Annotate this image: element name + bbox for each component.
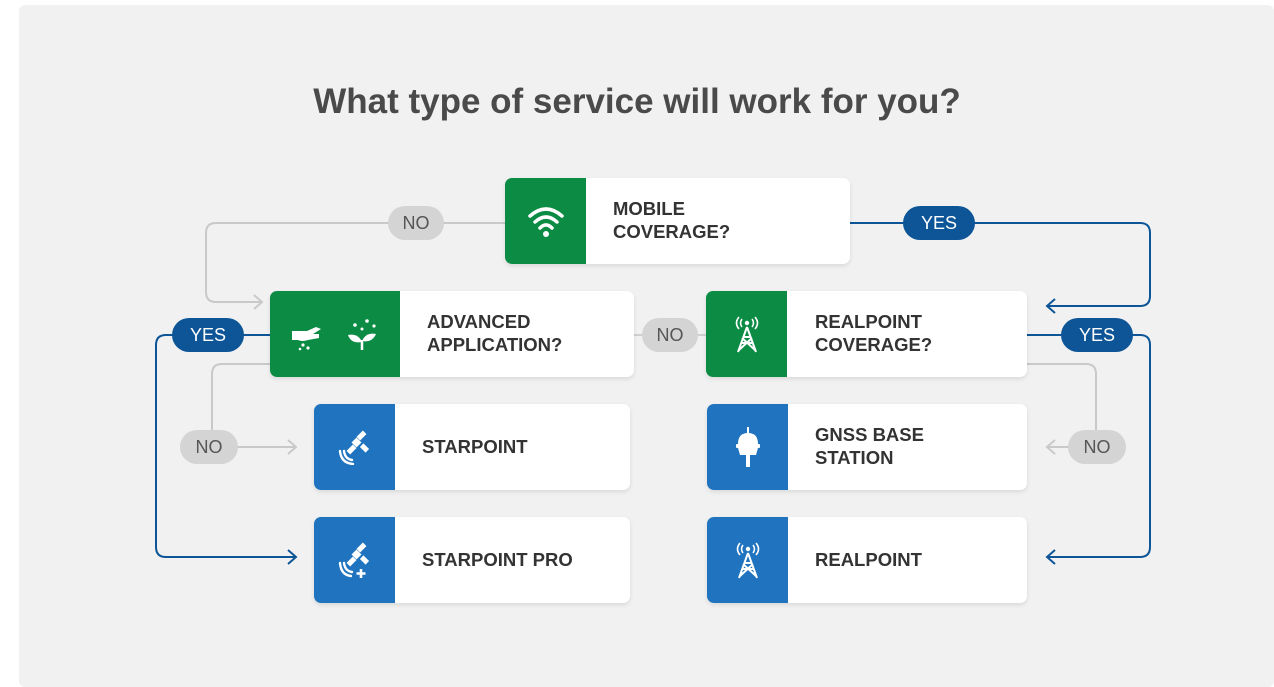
realpoint-tile	[707, 517, 788, 603]
satellite-plus-icon	[337, 541, 373, 579]
mobile-coverage-label: MOBILE COVERAGE?	[613, 198, 731, 242]
advanced-application-node: ADVANCED APPLICATION?	[270, 291, 634, 377]
starpoint-pro-node: STARPOINT PRO	[314, 517, 630, 603]
gnss-base-station-node: GNSS BASE STATION	[707, 404, 1027, 490]
mobile-no-pill: NO	[388, 206, 444, 240]
mobile-coverage-tile	[505, 178, 586, 264]
gnss-base-station-tile	[707, 404, 788, 490]
radio-tower-icon	[731, 314, 763, 354]
realpoint-node: REALPOINT	[707, 517, 1027, 603]
mobile-coverage-node: MOBILE COVERAGE?	[505, 178, 850, 264]
advanced-application-label: ADVANCED APPLICATION?	[427, 311, 563, 355]
satellite-icon	[337, 429, 373, 465]
starpoint-label: STARPOINT	[422, 435, 528, 457]
realpoint-coverage-no-pill: NO	[642, 318, 698, 352]
realpoint-coverage-tile	[706, 291, 787, 377]
gnss-base-station-label: GNSS BASE STATION	[815, 424, 924, 468]
advanced-yes-pill: YES	[172, 318, 244, 352]
hand-spreading-icon	[289, 316, 325, 352]
advanced-application-tile	[270, 291, 400, 377]
advanced-no-pill: NO	[180, 430, 238, 464]
starpoint-pro-tile	[314, 517, 395, 603]
wifi-icon	[526, 203, 566, 239]
gnss-receiver-icon	[733, 426, 763, 468]
starpoint-tile	[314, 404, 395, 490]
starpoint-pro-label: STARPOINT PRO	[422, 548, 573, 570]
starpoint-node: STARPOINT	[314, 404, 630, 490]
radio-tower-icon	[732, 540, 764, 580]
mobile-yes-pill: YES	[903, 206, 975, 240]
realpoint-coverage-node: REALPOINT COVERAGE?	[706, 291, 1027, 377]
realpoint-coverage-yes-pill: YES	[1061, 318, 1133, 352]
realpoint-coverage-label: REALPOINT COVERAGE?	[815, 311, 933, 355]
realpoint-coverage-no-pill-2: NO	[1068, 430, 1126, 464]
realpoint-label: REALPOINT	[815, 548, 922, 570]
seedling-icon	[343, 316, 381, 352]
